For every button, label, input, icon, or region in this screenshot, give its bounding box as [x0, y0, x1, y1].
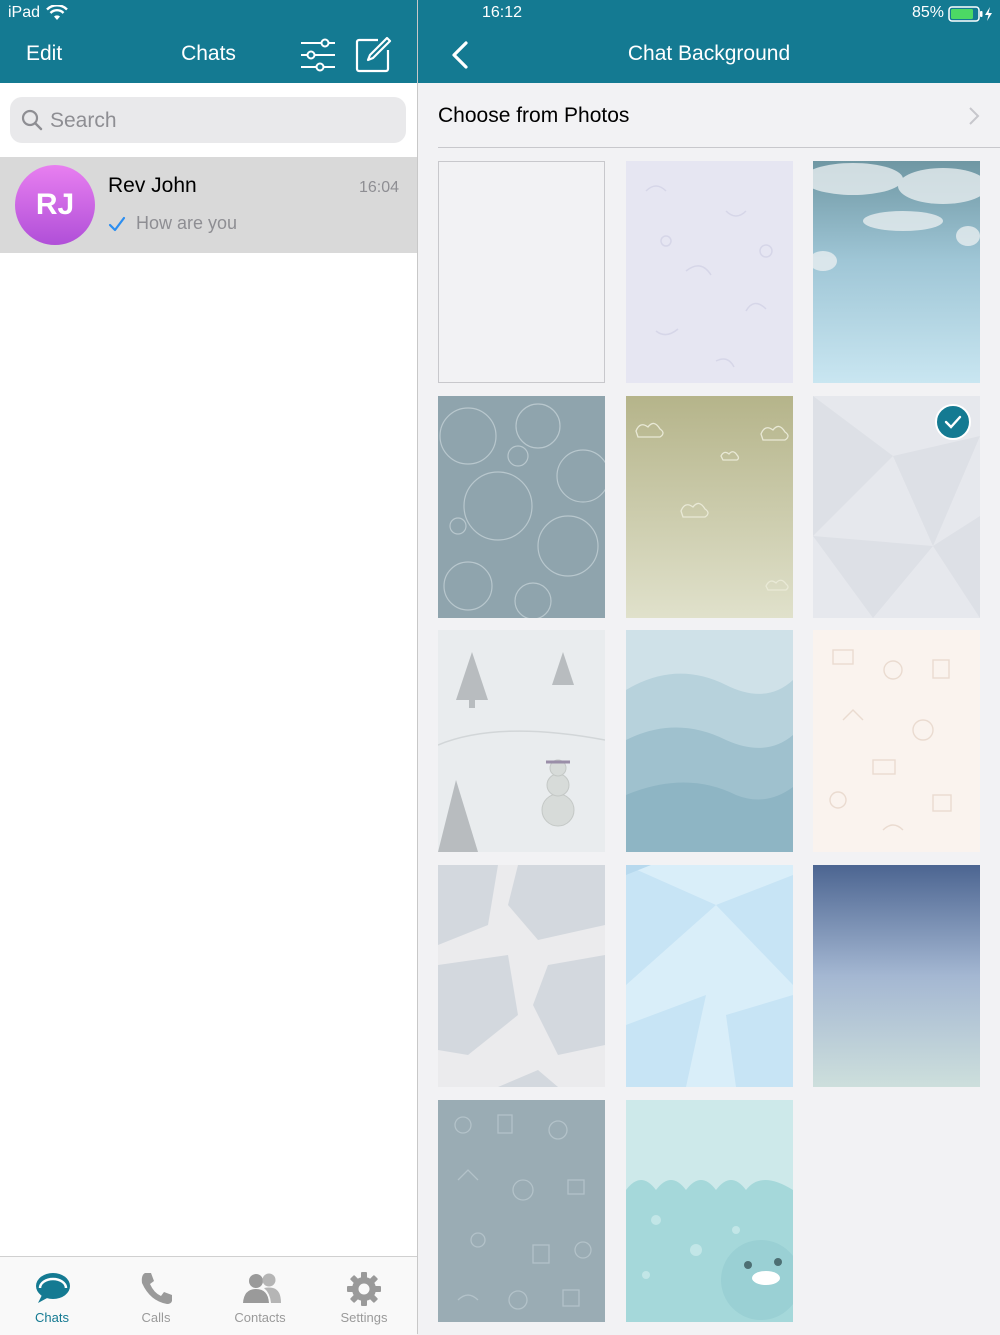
- wallpaper-grey-doodles[interactable]: [438, 1100, 605, 1322]
- wallpaper-grey-stones[interactable]: [438, 865, 605, 1087]
- tab-settings[interactable]: Settings: [312, 1257, 416, 1335]
- chat-preview: How are you: [136, 213, 238, 233]
- wallpaper-winter-snowman[interactable]: [438, 630, 605, 852]
- edit-button[interactable]: Edit: [26, 42, 62, 66]
- chat-name: Rev John: [108, 174, 197, 197]
- status-bar-right: 16:12 85%: [418, 0, 1000, 28]
- gear-icon: [347, 1272, 381, 1306]
- separator: [438, 147, 1000, 148]
- search-input[interactable]: [48, 103, 392, 139]
- wallpaper-blue-waves[interactable]: [626, 630, 793, 852]
- wallpaper-olive-clouds[interactable]: [626, 396, 793, 618]
- chat-list-item[interactable]: RJ Rev John 16:04 How are you: [0, 157, 417, 253]
- split-divider: [417, 0, 418, 1334]
- tab-contacts[interactable]: Contacts: [208, 1257, 312, 1335]
- chat-time: 16:04: [358, 179, 399, 196]
- tab-label: Chats: [35, 1310, 69, 1325]
- compose-icon[interactable]: [354, 36, 392, 74]
- tab-label: Calls: [141, 1310, 171, 1325]
- chats-pane: iPad Edit Chats Search RJ Rev John 16:04…: [0, 0, 417, 1335]
- wallpaper-light-geometric[interactable]: [813, 396, 980, 618]
- clock: 16:12: [482, 4, 523, 21]
- contacts-icon: [243, 1273, 281, 1303]
- status-bar-left: iPad: [0, 0, 417, 28]
- battery-icon: [948, 6, 992, 22]
- chevron-right-icon: [969, 107, 980, 125]
- background-navbar: Chat Background: [418, 28, 1000, 83]
- page-title: Chat Background: [627, 42, 791, 65]
- choose-from-photos-label: Choose from Photos: [438, 104, 630, 127]
- wifi-icon: [46, 5, 68, 20]
- search-bar[interactable]: [10, 97, 406, 143]
- battery-percent: 85%: [912, 4, 945, 21]
- selected-check-icon: [935, 404, 971, 440]
- tab-label: Contacts: [234, 1310, 286, 1325]
- tab-label: Settings: [340, 1310, 388, 1325]
- wallpaper-grey-bubbles[interactable]: [438, 396, 605, 618]
- phone-icon: [141, 1273, 172, 1304]
- search-icon: [21, 109, 43, 131]
- tab-calls[interactable]: Calls: [104, 1257, 208, 1335]
- wallpaper-cloudy-sky[interactable]: [813, 161, 980, 383]
- chats-navbar: Edit Chats: [0, 28, 417, 83]
- filter-sliders-icon[interactable]: [298, 36, 338, 74]
- avatar: RJ: [15, 165, 95, 245]
- wallpaper-lavender-doodles[interactable]: [626, 161, 793, 383]
- chat-bubbles-icon: [36, 1273, 70, 1303]
- wallpaper-peach-doodles[interactable]: [813, 630, 980, 852]
- tab-chats[interactable]: Chats: [0, 1257, 104, 1335]
- wallpaper-blue-gradient[interactable]: [813, 865, 980, 1087]
- device-label: iPad: [8, 4, 41, 21]
- tab-bar: Chats Calls Contacts Settings: [0, 1256, 417, 1335]
- back-chevron-icon[interactable]: [448, 40, 470, 70]
- wallpaper-sky-polygons[interactable]: [626, 865, 793, 1087]
- wallpaper-plain-white[interactable]: [438, 161, 605, 383]
- read-check-icon: [108, 216, 126, 232]
- wallpaper-teal-monster[interactable]: [626, 1100, 793, 1322]
- choose-from-photos-row[interactable]: Choose from Photos: [418, 83, 1000, 147]
